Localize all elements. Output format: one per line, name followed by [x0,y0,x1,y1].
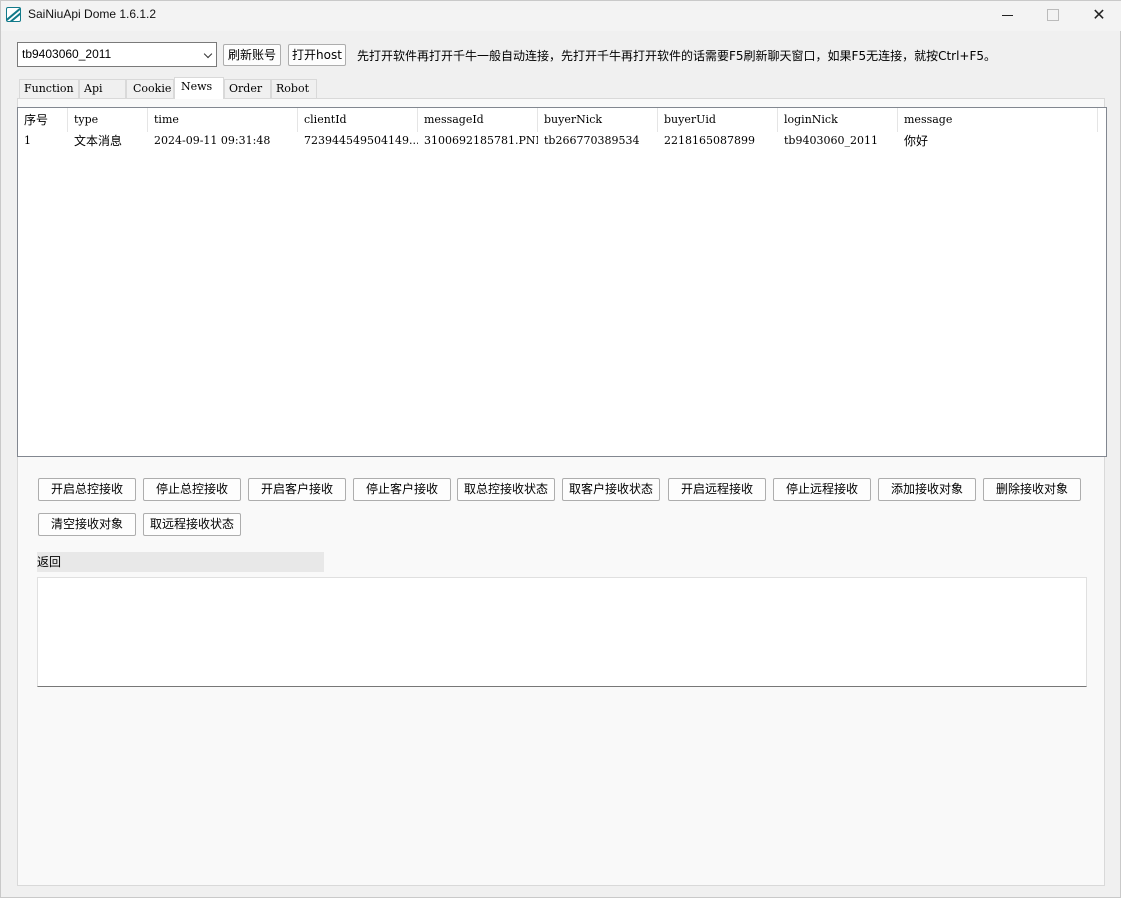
connection-hint: 先打开软件再打开千牛一般自动连接，先打开千牛再打开软件的话需要F5刷新聊天窗口，… [357,49,997,63]
start-remote-receive-button[interactable]: 开启远程接收 [668,478,766,501]
window-title: SaiNiuApi Dome 1.6.1.2 [28,7,157,21]
close-button[interactable]: ✕ [1076,1,1121,31]
cell-buyernick: tb266770389534 [544,134,640,147]
cell-type: 文本消息 [74,134,123,148]
table-row[interactable]: 1 文本消息 2024-09-11 09:31:48 7239445495041… [18,132,1106,150]
column-header-loginnick[interactable]: loginNick [778,108,898,132]
start-customer-receive-button[interactable]: 开启客户接收 [248,478,346,501]
app-window: SaiNiuApi Dome 1.6.1.2 ✕ tb9403060_2011 … [0,0,1121,898]
tab-api[interactable]: Api [79,79,126,98]
tab-function[interactable]: Function [19,79,79,98]
open-host-button[interactable]: 打开host [288,44,346,66]
cell-time: 2024-09-11 09:31:48 [154,134,271,147]
column-header-buyeruid[interactable]: buyerUid [658,108,778,132]
maximize-button[interactable] [1030,1,1076,31]
cell-messageid: 3100692185781.PNM [424,134,538,147]
delete-receive-target-button[interactable]: 删除接收对象 [983,478,1081,501]
column-header-buyernick[interactable]: buyerNick [538,108,658,132]
stop-customer-receive-button[interactable]: 停止客户接收 [353,478,451,501]
cell-message: 你好 [904,134,929,148]
start-master-receive-button[interactable]: 开启总控接收 [38,478,136,501]
list-header: 序号 type time clientId messageId buyerNic… [18,108,1106,132]
return-label: 返回 [37,552,324,572]
refresh-account-button[interactable]: 刷新账号 [223,44,281,66]
return-output-field[interactable] [37,577,1087,687]
tab-order[interactable]: Order [224,79,271,98]
stop-master-receive-button[interactable]: 停止总控接收 [143,478,241,501]
stop-remote-receive-button[interactable]: 停止远程接收 [773,478,871,501]
cell-clientid: 723944549504149... [304,134,418,147]
app-logo-icon [6,7,21,22]
clear-receive-targets-button[interactable]: 清空接收对象 [38,513,136,536]
get-customer-receive-status-button[interactable]: 取客户接收状态 [562,478,660,501]
cell-loginnick: tb9403060_2011 [784,134,878,147]
cell-index: 1 [24,134,31,147]
message-list[interactable]: 序号 type time clientId messageId buyerNic… [17,107,1107,457]
tab-cookie[interactable]: Cookie [126,79,174,98]
tab-robot[interactable]: Robot [271,79,317,98]
tab-news[interactable]: News [174,77,224,99]
get-remote-receive-status-button[interactable]: 取远程接收状态 [143,513,241,536]
column-header-clientid[interactable]: clientId [298,108,418,132]
get-master-receive-status-button[interactable]: 取总控接收状态 [457,478,555,501]
column-header-message[interactable]: message [898,108,1098,132]
title-bar: SaiNiuApi Dome 1.6.1.2 ✕ [1,1,1121,31]
column-header-messageid[interactable]: messageId [418,108,538,132]
account-select[interactable]: tb9403060_2011 [17,42,217,67]
column-header-time[interactable]: time [148,108,298,132]
chevron-down-icon [203,49,213,59]
column-header-index[interactable]: 序号 [18,108,68,132]
account-select-value: tb9403060_2011 [22,47,112,61]
minimize-button[interactable] [984,1,1030,31]
add-receive-target-button[interactable]: 添加接收对象 [878,478,976,501]
column-header-type[interactable]: type [68,108,148,132]
cell-buyeruid: 2218165087899 [664,134,755,147]
